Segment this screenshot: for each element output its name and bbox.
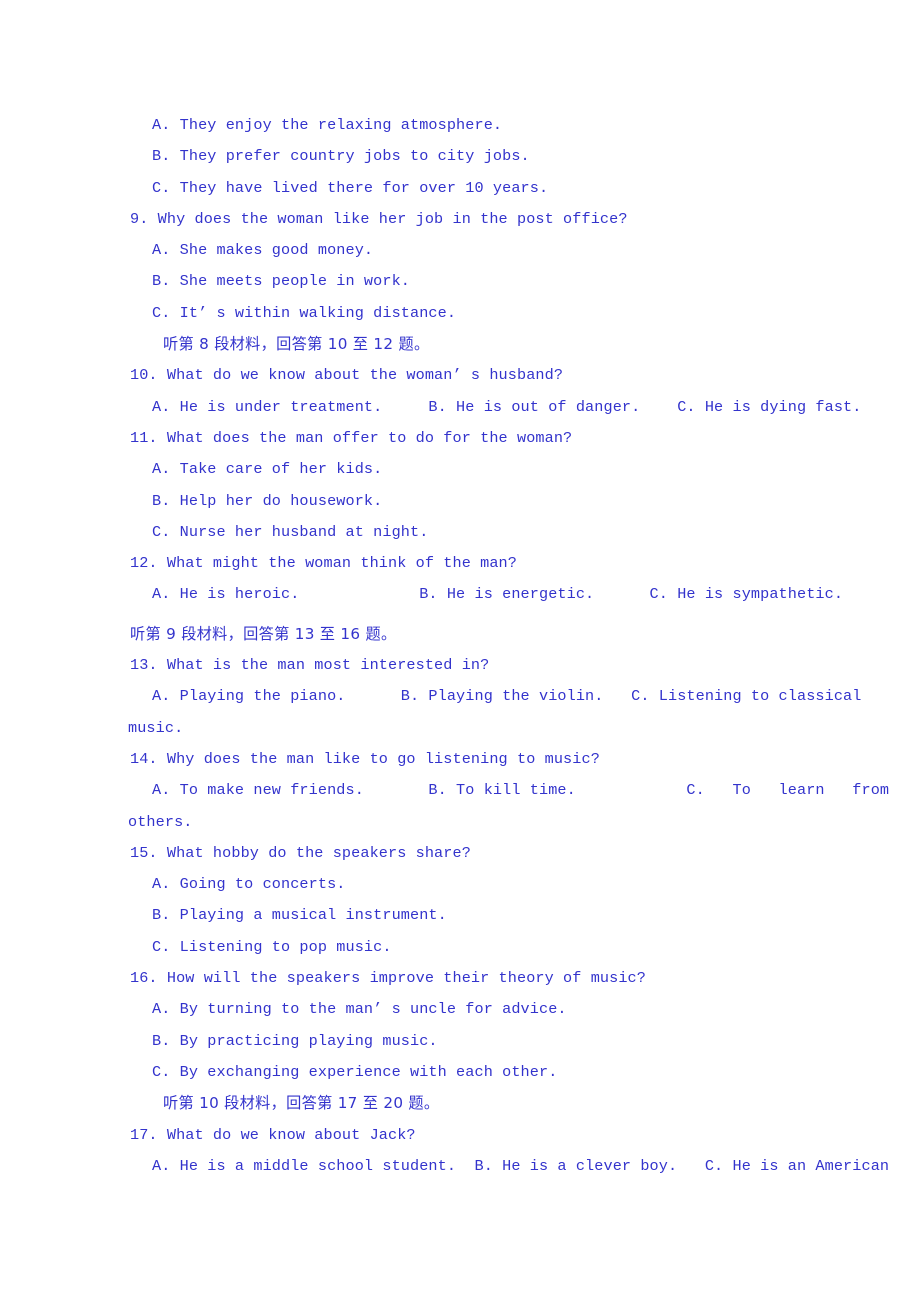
question-line: 9. Why does the woman like her job in th… bbox=[130, 209, 628, 228]
option-row-line: A. To make new friends. B. To kill time.… bbox=[152, 781, 890, 800]
option-line: C. It’ s within walking distance. bbox=[152, 303, 457, 322]
question-line: 17. What do we know about Jack? bbox=[130, 1125, 416, 1144]
option-row-line: A. Playing the piano. B. Playing the vio… bbox=[152, 687, 862, 706]
question-line: 13. What is the man most interested in? bbox=[130, 656, 490, 675]
option-line: B. She meets people in work. bbox=[152, 272, 410, 291]
question-line: 11. What does the man offer to do for th… bbox=[130, 428, 573, 447]
question-line: 16. How will the speakers improve their … bbox=[130, 969, 646, 988]
option-line: A. Going to concerts. bbox=[152, 875, 346, 894]
exam-page: A. They enjoy the relaxing atmosphere. B.… bbox=[0, 0, 920, 1302]
option-row-line: A. He is a middle school student. B. He … bbox=[152, 1156, 890, 1175]
option-line: B. They prefer country jobs to city jobs… bbox=[152, 147, 530, 166]
continuation-line: others. bbox=[128, 812, 193, 831]
question-line: 14. Why does the man like to go listenin… bbox=[130, 749, 600, 768]
question-line: 10. What do we know about the woman’ s h… bbox=[130, 366, 564, 385]
option-line: A. They enjoy the relaxing atmosphere. bbox=[152, 116, 503, 134]
option-row-line: A. He is heroic. B. He is energetic. C. … bbox=[152, 585, 844, 604]
question-line: 12. What might the woman think of the ma… bbox=[130, 554, 517, 573]
option-line: A. By turning to the man’ s uncle for ad… bbox=[152, 1000, 567, 1019]
option-line: C. Listening to pop music. bbox=[152, 937, 392, 956]
instruction-line: 听第 9 段材料，回答第 13 至 16 题。 bbox=[130, 624, 397, 643]
option-row-line: A. He is under treatment. B. He is out o… bbox=[152, 397, 862, 416]
option-line: C. By exchanging experience with each ot… bbox=[152, 1062, 558, 1081]
option-line: B. Help her do housework. bbox=[152, 491, 383, 510]
instruction-line: 听第 8 段材料，回答第 10 至 12 题。 bbox=[163, 335, 430, 354]
continuation-line: music. bbox=[128, 718, 184, 737]
option-line: C. They have lived there for over 10 yea… bbox=[152, 178, 549, 197]
option-line: B. Playing a musical instrument. bbox=[152, 906, 447, 925]
option-line: B. By practicing playing music. bbox=[152, 1031, 438, 1050]
instruction-line: 听第 10 段材料，回答第 17 至 20 题。 bbox=[163, 1094, 440, 1113]
question-line: 15. What hobby do the speakers share? bbox=[130, 843, 471, 862]
listening-section-body: A. They enjoy the relaxing atmosphere. B.… bbox=[128, 110, 890, 1182]
option-line: A. Take care of her kids. bbox=[152, 460, 383, 479]
option-line: C. Nurse her husband at night. bbox=[152, 522, 429, 541]
option-line: A. She makes good money. bbox=[152, 241, 374, 260]
